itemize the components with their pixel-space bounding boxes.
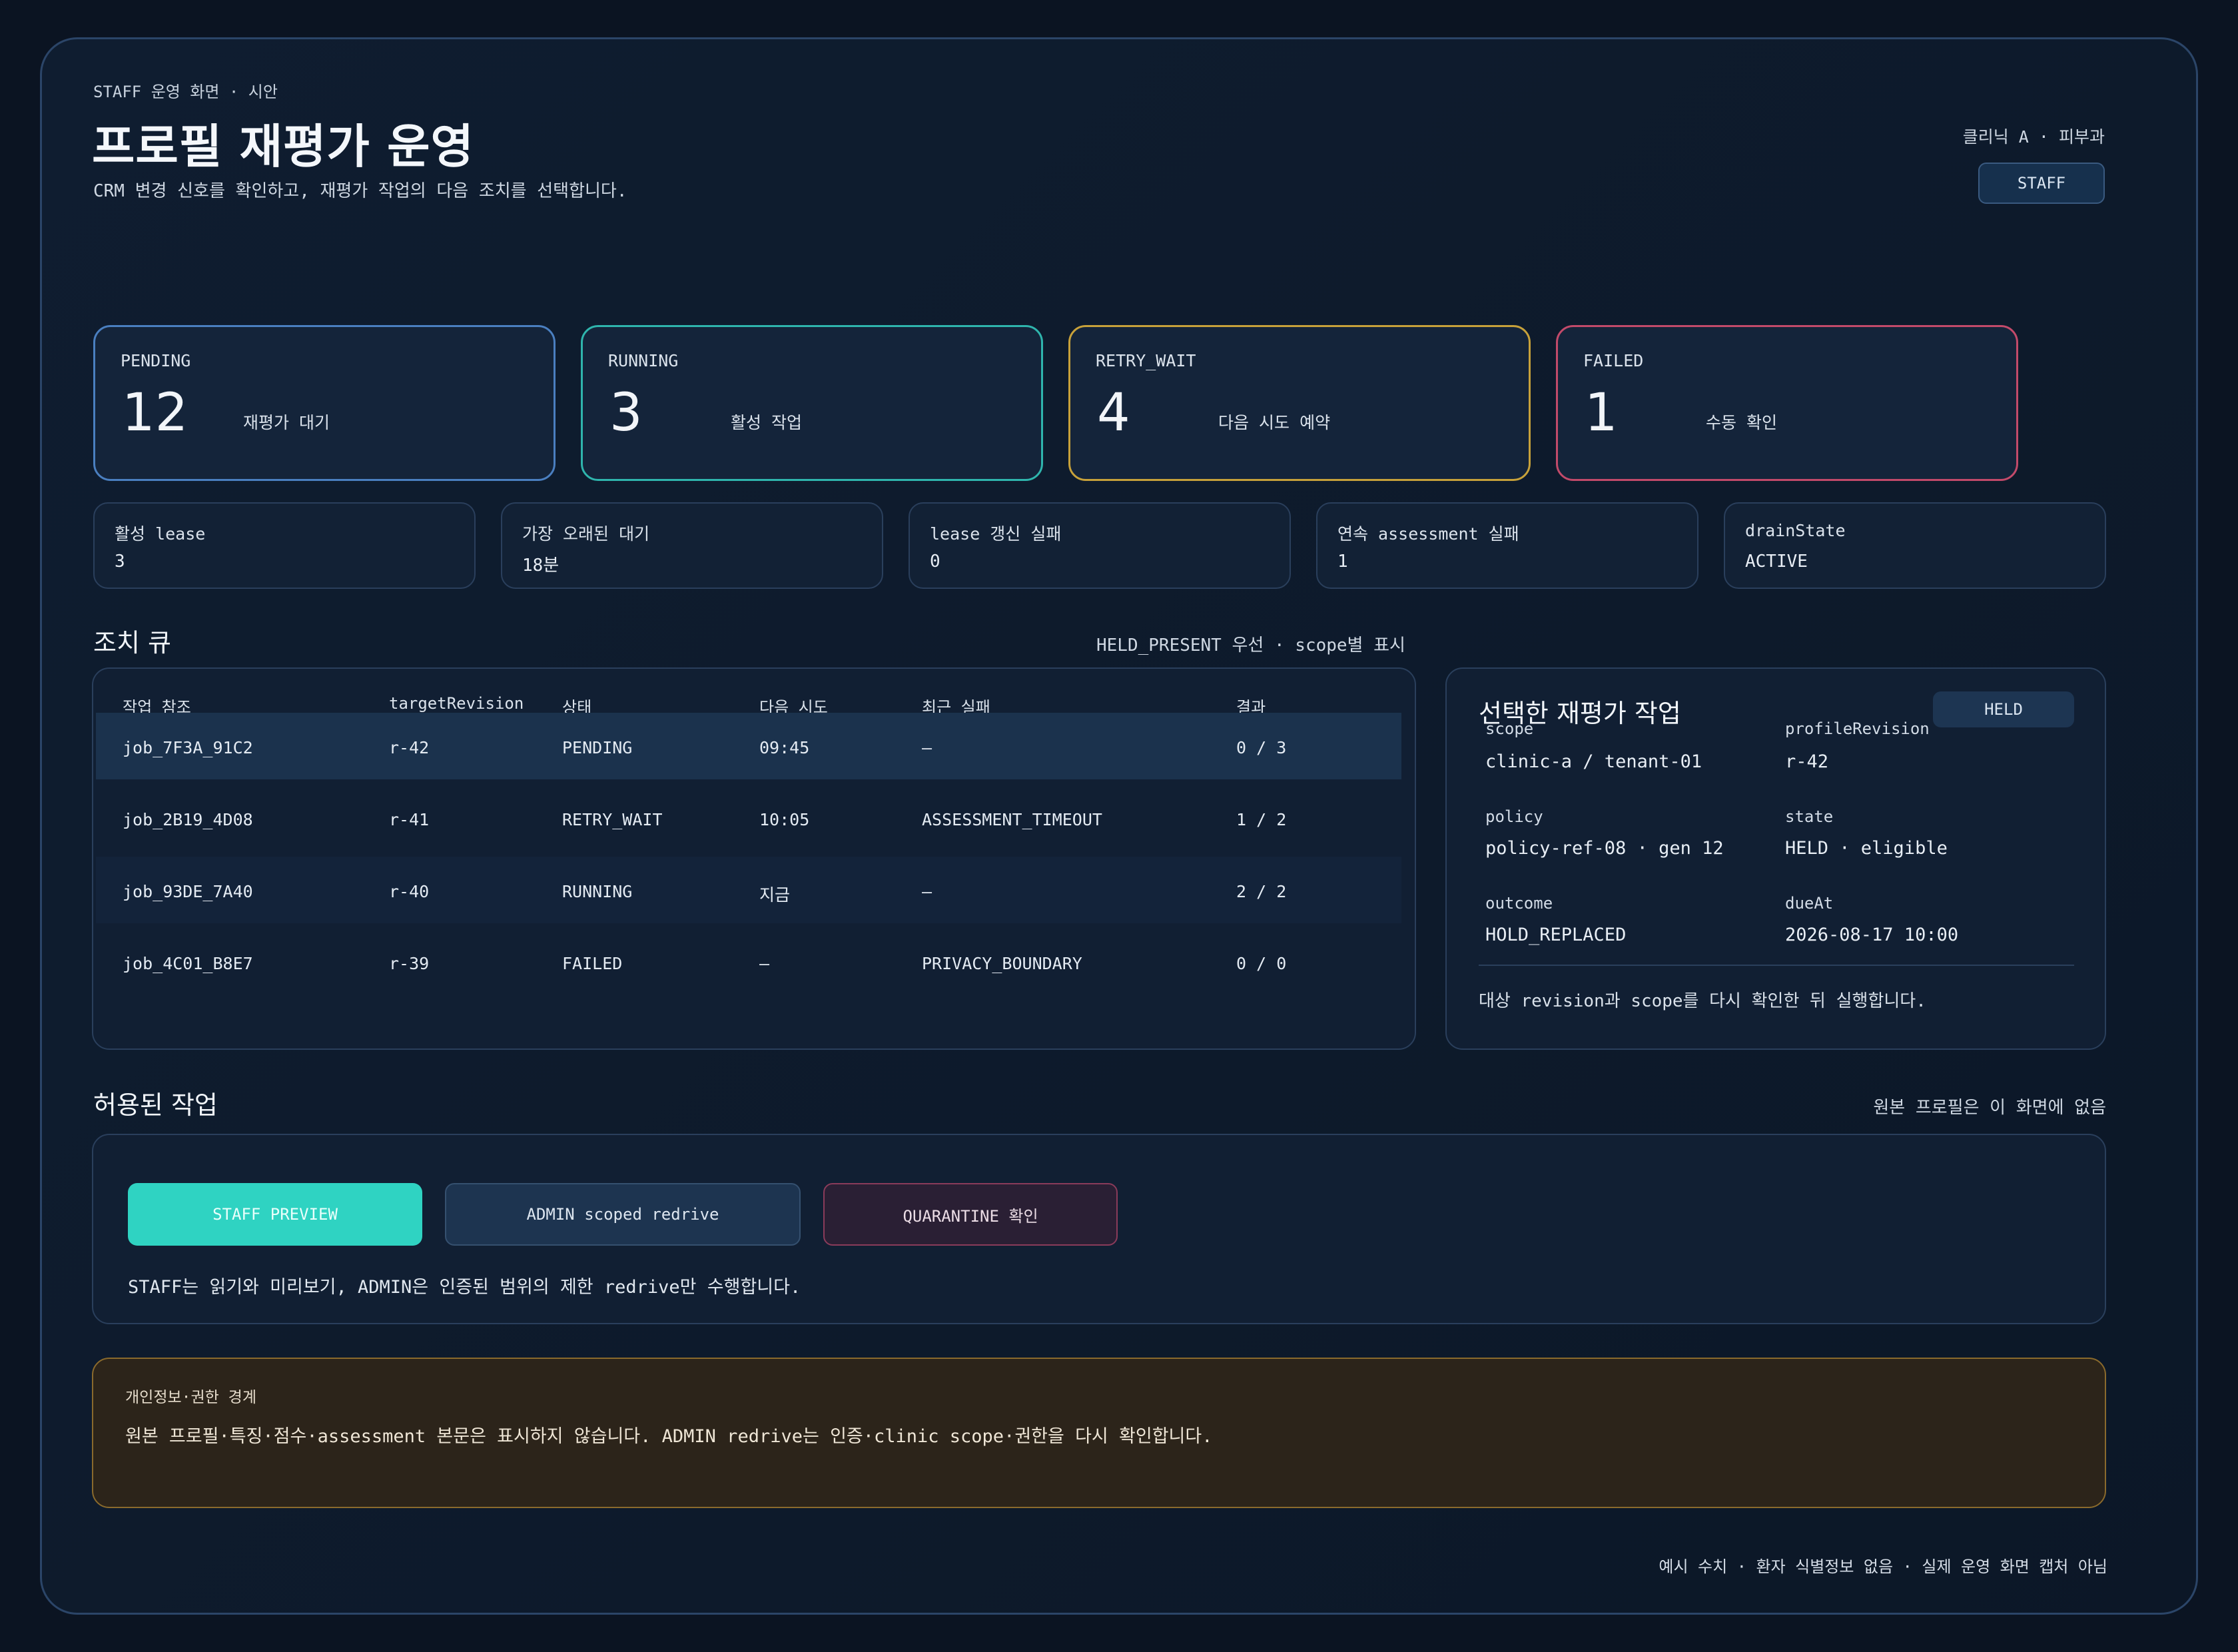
table-row[interactable]: job_93DE_7A40 r-40 RUNNING 지금 — 2 / 2 — [96, 857, 1401, 923]
quarantine-confirm-button[interactable]: QUARANTINE 확인 — [823, 1183, 1118, 1246]
metric-label: 가장 오래된 대기 — [522, 524, 650, 544]
cell-status: FAILED — [562, 954, 623, 973]
column-header: targetRevision — [389, 694, 524, 713]
stat-card-failed[interactable]: FAILED 1 수동 확인 — [1556, 325, 2018, 481]
privacy-text: 원본 프로필·특징·점수·assessment 본문은 표시하지 않습니다. A… — [125, 1426, 1213, 1447]
cell-last-failure: — — [922, 882, 932, 901]
metric-label: drainState — [1745, 521, 1846, 540]
stat-card-running[interactable]: RUNNING 3 활성 작업 — [581, 325, 1043, 481]
page-title: 프로필 재평가 운영 — [92, 119, 474, 174]
role-badge-button[interactable]: STAFF — [1978, 163, 2105, 204]
cell-last-failure: ASSESSMENT_TIMEOUT — [922, 810, 1102, 829]
stat-label: FAILED — [1583, 351, 1644, 370]
metric-value: 0 — [930, 552, 940, 572]
detail-value: policy-ref-08 · gen 12 — [1485, 838, 1724, 859]
cell-next-attempt: — — [759, 954, 770, 973]
table-row[interactable]: job_4C01_B8E7 r-39 FAILED — PRIVACY_BOUN… — [96, 929, 1401, 995]
cell-target-revision: r-39 — [389, 954, 430, 973]
cell-job-ref: job_93DE_7A40 — [123, 882, 253, 901]
metric-drain-state: drainState ACTIVE — [1724, 502, 2106, 589]
stat-value: 1 — [1585, 383, 1618, 443]
page-eyebrow: STAFF 운영 화면 · 시안 — [93, 83, 278, 101]
queue-section-note: HELD_PRESENT 우선 · scope별 표시 — [1096, 635, 1405, 655]
cell-last-failure: — — [922, 738, 932, 757]
metric-lease-renew-fail: lease 갱신 실패 0 — [909, 502, 1291, 589]
stat-card-pending[interactable]: PENDING 12 재평가 대기 — [93, 325, 556, 481]
table-row[interactable]: job_2B19_4D08 r-41 RETRY_WAIT 10:05 ASSE… — [96, 785, 1401, 851]
footer-disclaimer: 예시 수치 · 환자 식별정보 없음 · 실제 운영 화면 캡처 아님 — [1659, 1557, 2107, 1576]
metric-assessment-fail: 연속 assessment 실패 1 — [1316, 502, 1698, 589]
stat-label: PENDING — [121, 351, 191, 370]
metric-label: lease 갱신 실패 — [930, 524, 1062, 544]
stat-desc: 수동 확인 — [1706, 413, 1778, 432]
detail-key: dueAt — [1785, 894, 1834, 913]
cell-next-attempt: 지금 — [759, 885, 791, 905]
cell-result: 1 / 2 — [1236, 810, 1287, 829]
table-row[interactable]: job_7F3A_91C2 r-42 PENDING 09:45 — 0 / 3 — [96, 713, 1401, 779]
cell-job-ref: job_4C01_B8E7 — [123, 954, 253, 973]
cell-job-ref: job_7F3A_91C2 — [123, 738, 253, 757]
stat-label: RUNNING — [608, 351, 679, 370]
detail-key: state — [1785, 807, 1834, 826]
stat-value: 4 — [1097, 383, 1130, 443]
metric-label: 활성 lease — [115, 524, 206, 544]
action-queue-table: 작업 참조 targetRevision 상태 다음 시도 최근 실패 결과 j… — [92, 667, 1416, 1050]
cell-status: PENDING — [562, 738, 633, 757]
metric-value: 18분 — [522, 556, 560, 576]
metric-value: 3 — [115, 552, 125, 572]
detail-value: 2026-08-17 10:00 — [1785, 925, 1959, 945]
cell-next-attempt: 09:45 — [759, 738, 810, 757]
actions-section-note: 원본 프로필은 이 화면에 없음 — [1873, 1098, 2106, 1118]
metric-label: 연속 assessment 실패 — [1337, 524, 1519, 544]
cell-status: RETRY_WAIT — [562, 810, 663, 829]
metric-value: 1 — [1337, 552, 1348, 572]
detail-value: clinic-a / tenant-01 — [1485, 751, 1702, 772]
cell-job-ref: job_2B19_4D08 — [123, 810, 253, 829]
stat-label: RETRY_WAIT — [1096, 351, 1196, 370]
cell-last-failure: PRIVACY_BOUNDARY — [922, 954, 1082, 973]
detail-value: HOLD_REPLACED — [1485, 925, 1627, 945]
cell-target-revision: r-40 — [389, 882, 430, 901]
queue-section-title: 조치 큐 — [93, 628, 171, 657]
allowed-actions-panel: STAFF PREVIEW ADMIN scoped redrive QUARA… — [92, 1134, 2106, 1324]
actions-section-title: 허용된 작업 — [93, 1090, 218, 1120]
cell-status: RUNNING — [562, 882, 633, 901]
cell-result: 2 / 2 — [1236, 882, 1287, 901]
stat-desc: 활성 작업 — [731, 413, 803, 432]
detail-divider — [1479, 965, 2074, 966]
detail-value: HELD · eligible — [1785, 838, 1948, 859]
privacy-title: 개인정보·권한 경계 — [125, 1389, 256, 1406]
detail-key: profileRevision — [1785, 719, 1930, 738]
stat-card-retry-wait[interactable]: RETRY_WAIT 4 다음 시도 예약 — [1068, 325, 1531, 481]
cell-target-revision: r-42 — [389, 738, 430, 757]
detail-key: outcome — [1485, 894, 1553, 913]
cell-result: 0 / 0 — [1236, 954, 1287, 973]
detail-status-badge: HELD — [1933, 691, 2074, 727]
metric-oldest-wait: 가장 오래된 대기 18분 — [501, 502, 883, 589]
actions-description: STAFF는 읽기와 미리보기, ADMIN은 인증된 범위의 제한 redri… — [128, 1277, 801, 1298]
page-subtitle: CRM 변경 신호를 확인하고, 재평가 작업의 다음 조치를 선택합니다. — [93, 181, 627, 201]
detail-key: scope — [1485, 719, 1534, 738]
staff-preview-button[interactable]: STAFF PREVIEW — [128, 1183, 422, 1246]
stat-desc: 재평가 대기 — [243, 413, 330, 432]
admin-redrive-button[interactable]: ADMIN scoped redrive — [445, 1183, 801, 1246]
clinic-label: 클리닉 A · 피부과 — [1962, 127, 2105, 147]
cell-target-revision: r-41 — [389, 810, 430, 829]
cell-next-attempt: 10:05 — [759, 810, 810, 829]
privacy-boundary-notice: 개인정보·권한 경계 원본 프로필·특징·점수·assessment 본문은 표… — [92, 1358, 2106, 1508]
selected-job-detail: 선택한 재평가 작업 HELD scope clinic-a / tenant-… — [1445, 667, 2106, 1050]
stat-desc: 다음 시도 예약 — [1218, 413, 1331, 432]
stat-value: 3 — [609, 383, 643, 443]
metric-value: ACTIVE — [1745, 552, 1808, 572]
cell-result: 0 / 3 — [1236, 738, 1287, 757]
stat-value: 12 — [122, 383, 188, 443]
detail-value: r-42 — [1785, 751, 1829, 772]
detail-note: 대상 revision과 scope를 다시 확인한 뒤 실행합니다. — [1479, 991, 1926, 1011]
detail-key: policy — [1485, 807, 1543, 826]
metric-active-lease: 활성 lease 3 — [93, 502, 476, 589]
